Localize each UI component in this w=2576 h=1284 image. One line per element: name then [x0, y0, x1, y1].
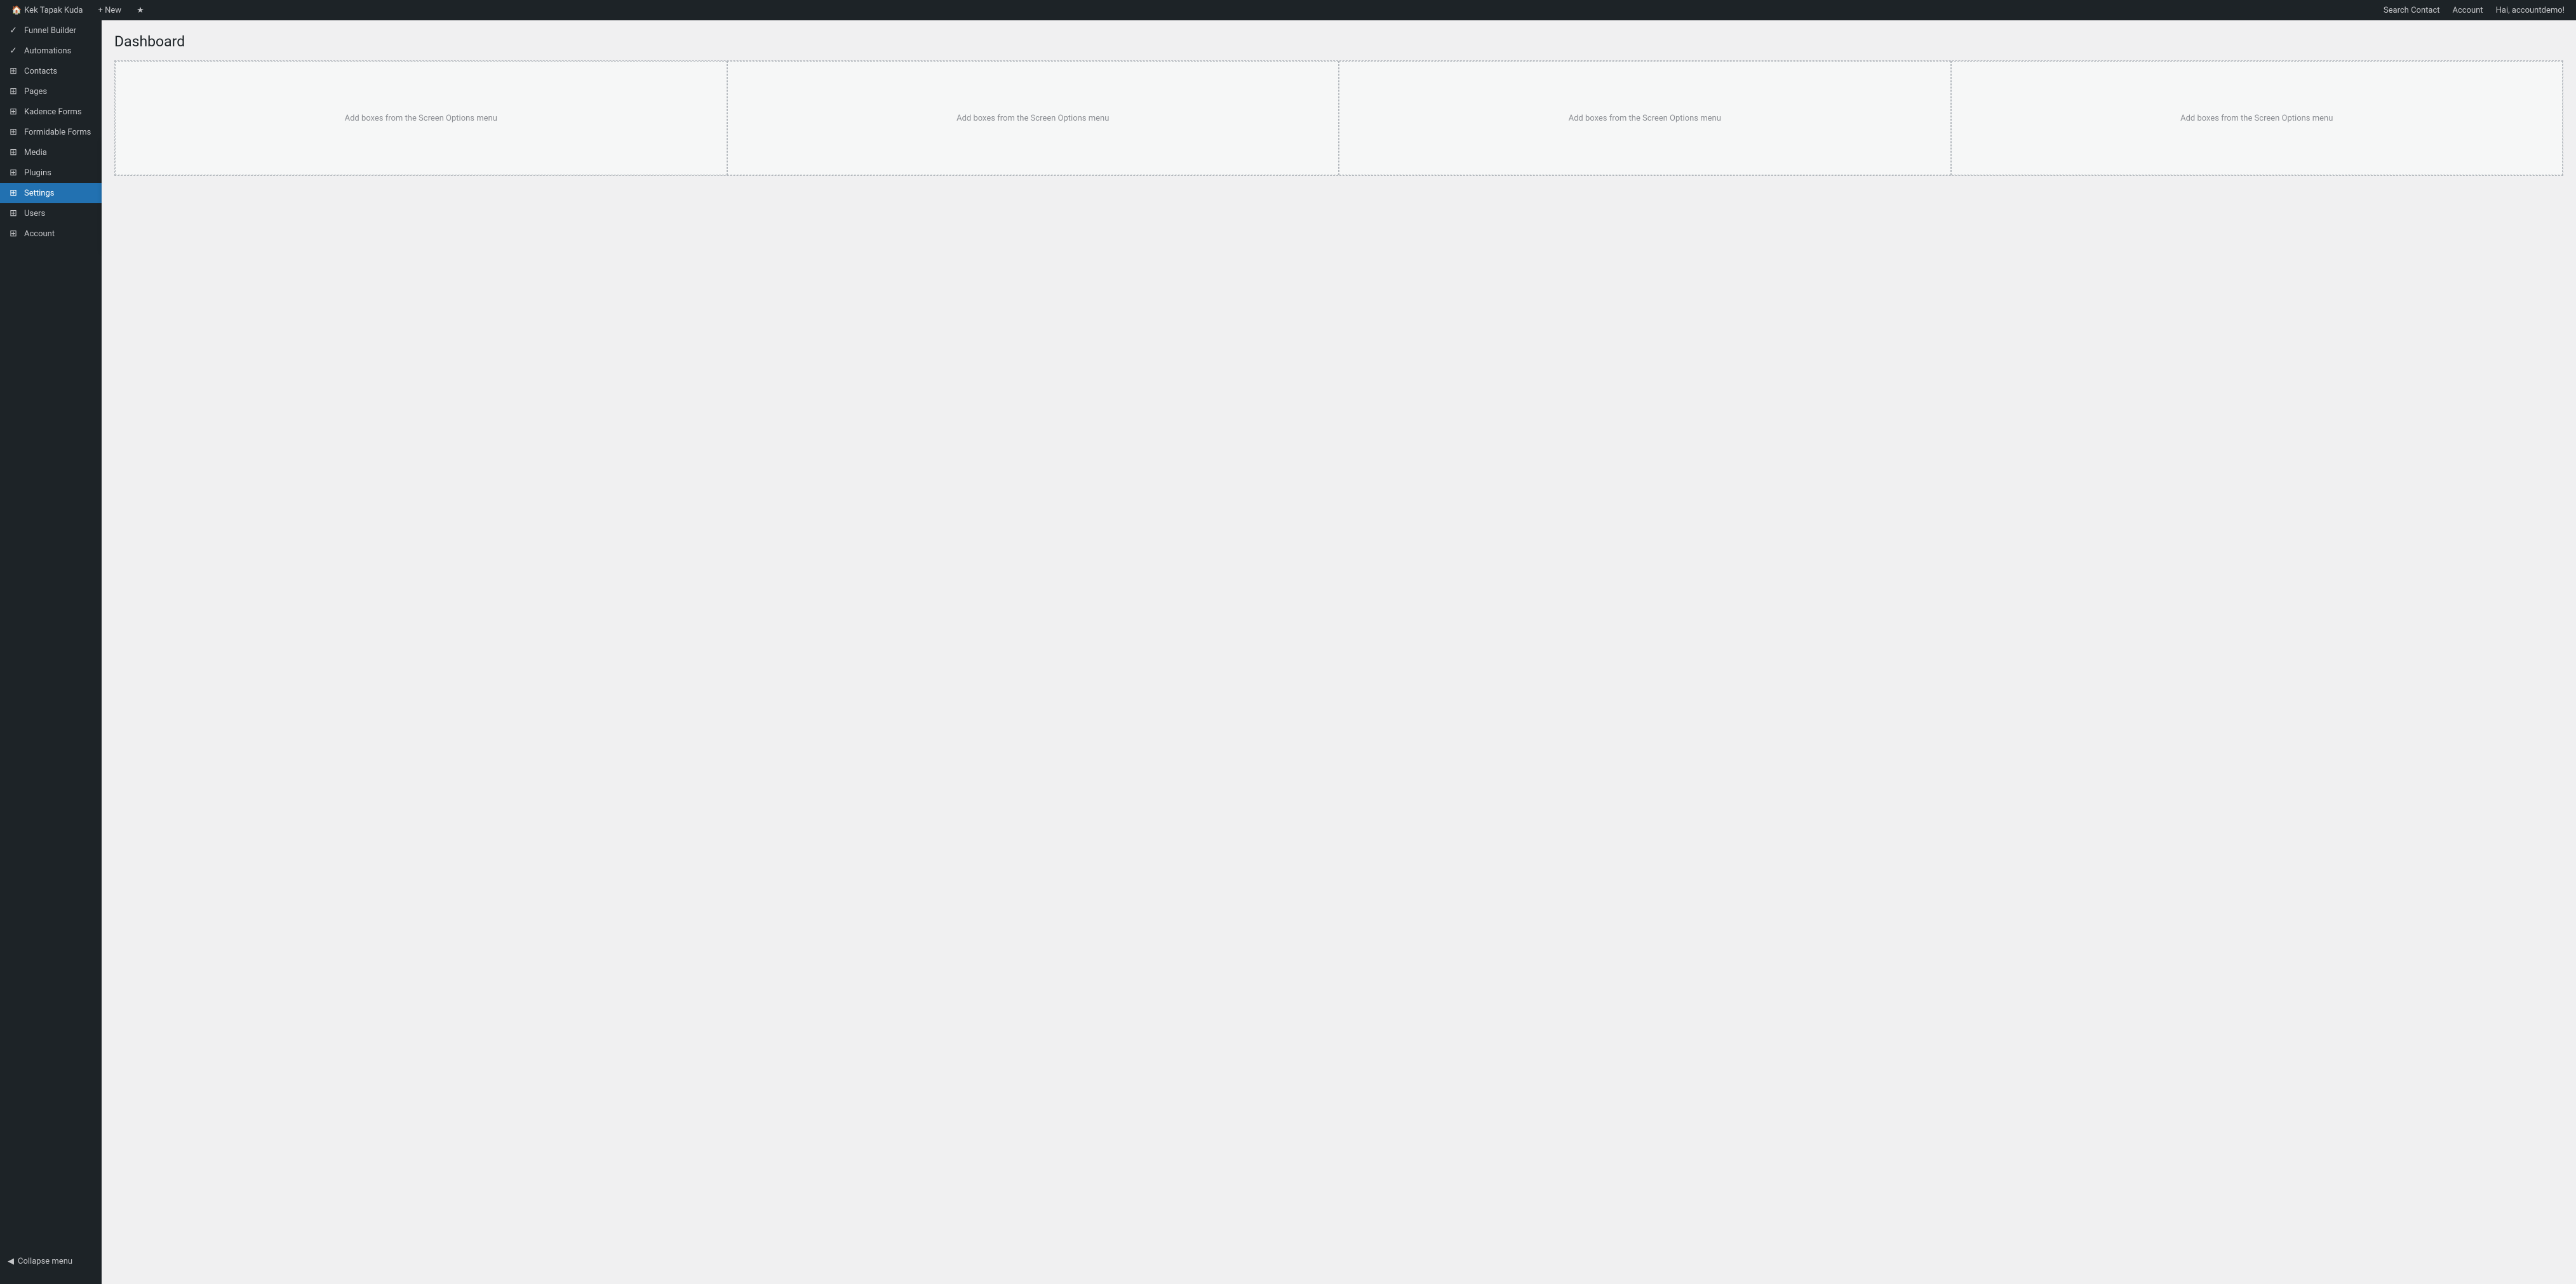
dashboard-box-4: Add boxes from the Screen Options menu — [1951, 61, 2563, 175]
sidebar: ✓ Funnel Builder ✓ Automations ⊞ Contact… — [0, 20, 102, 1284]
sidebar-item-label: Pages — [24, 87, 47, 97]
adminbar-star[interactable]: ★ — [130, 0, 151, 20]
new-label: + New — [98, 6, 122, 15]
admin-bar: 🏠 Kek Tapak Kuda + New ★ Search Contact … — [0, 0, 2576, 20]
star-icon: ★ — [137, 6, 144, 15]
adminbar-left: 🏠 Kek Tapak Kuda + New ★ — [5, 0, 2377, 20]
dashboard-box-text: Add boxes from the Screen Options menu — [1569, 114, 1721, 123]
adminbar-account[interactable]: Account — [2446, 0, 2490, 20]
main-content: Dashboard Add boxes from the Screen Opti… — [102, 20, 2576, 1284]
sidebar-item-label: Kadence Forms — [24, 107, 82, 117]
sidebar-item-label: Formidable Forms — [24, 128, 91, 137]
funnel-builder-icon: ✓ — [8, 25, 19, 36]
adminbar-search-contact[interactable]: Search Contact — [2377, 0, 2446, 20]
sidebar-item-pages[interactable]: ⊞ Pages — [0, 81, 102, 102]
dashboard-box-1: Add boxes from the Screen Options menu — [115, 61, 727, 175]
collapse-menu-button[interactable]: ◀ Collapse menu — [0, 1252, 102, 1271]
adminbar-greeting: Hai, accountdemo! — [2490, 0, 2571, 20]
wp-icon: 🏠 — [11, 6, 22, 15]
collapse-label: Collapse menu — [18, 1257, 72, 1266]
adminbar-new[interactable]: + New — [92, 0, 128, 20]
sidebar-item-plugins[interactable]: ⊞ Plugins — [0, 163, 102, 183]
greeting-label: Hai, accountdemo! — [2496, 6, 2565, 15]
dashboard-box-text: Add boxes from the Screen Options menu — [2180, 114, 2333, 123]
sidebar-item-settings[interactable]: ⊞ Settings — [0, 183, 102, 203]
sidebar-item-automations[interactable]: ✓ Automations — [0, 41, 102, 61]
sidebar-item-label: Settings — [24, 189, 54, 198]
sidebar-item-funnel-builder[interactable]: ✓ Funnel Builder — [0, 20, 102, 41]
media-icon: ⊞ — [8, 147, 19, 157]
kadence-forms-icon: ⊞ — [8, 107, 19, 117]
sidebar-item-formidable-forms[interactable]: ⊞ Formidable Forms — [0, 122, 102, 142]
dashboard-box-3: Add boxes from the Screen Options menu — [1339, 61, 1951, 175]
sidebar-item-label: Funnel Builder — [24, 26, 76, 36]
sidebar-item-account[interactable]: ⊞ Account — [0, 224, 102, 244]
adminbar-right: Search Contact Account Hai, accountdemo! — [2377, 0, 2571, 20]
sidebar-item-users[interactable]: ⊞ Users — [0, 203, 102, 224]
sidebar-item-label: Contacts — [24, 67, 57, 76]
sidebar-item-label: Media — [24, 148, 47, 157]
collapse-icon: ◀ — [8, 1257, 14, 1266]
formidable-forms-icon: ⊞ — [8, 127, 19, 137]
pages-icon: ⊞ — [8, 86, 19, 97]
site-name-label: Kek Tapak Kuda — [24, 6, 83, 15]
dashboard-box-2: Add boxes from the Screen Options menu — [727, 61, 1339, 175]
sidebar-item-media[interactable]: ⊞ Media — [0, 142, 102, 163]
dashboard-box-text: Add boxes from the Screen Options menu — [956, 114, 1109, 123]
sidebar-item-kadence-forms[interactable]: ⊞ Kadence Forms — [0, 102, 102, 122]
automations-icon: ✓ — [8, 46, 19, 56]
search-contact-label: Search Contact — [2384, 6, 2440, 15]
dashboard-grid: Add boxes from the Screen Options menu A… — [114, 60, 2563, 176]
dashboard-box-text: Add boxes from the Screen Options menu — [345, 114, 497, 123]
sidebar-item-label: Account — [24, 229, 55, 239]
settings-icon: ⊞ — [8, 188, 19, 198]
sidebar-item-contacts[interactable]: ⊞ Contacts — [0, 61, 102, 81]
account-icon: ⊞ — [8, 229, 19, 239]
users-icon: ⊞ — [8, 208, 19, 218]
sidebar-item-label: Users — [24, 209, 45, 218]
contacts-icon: ⊞ — [8, 66, 19, 76]
plugins-icon: ⊞ — [8, 168, 19, 178]
account-label: Account — [2453, 6, 2483, 15]
adminbar-site-name[interactable]: 🏠 Kek Tapak Kuda — [5, 0, 90, 20]
sidebar-item-label: Plugins — [24, 168, 51, 178]
page-title: Dashboard — [114, 33, 2563, 50]
sidebar-item-label: Automations — [24, 46, 71, 56]
